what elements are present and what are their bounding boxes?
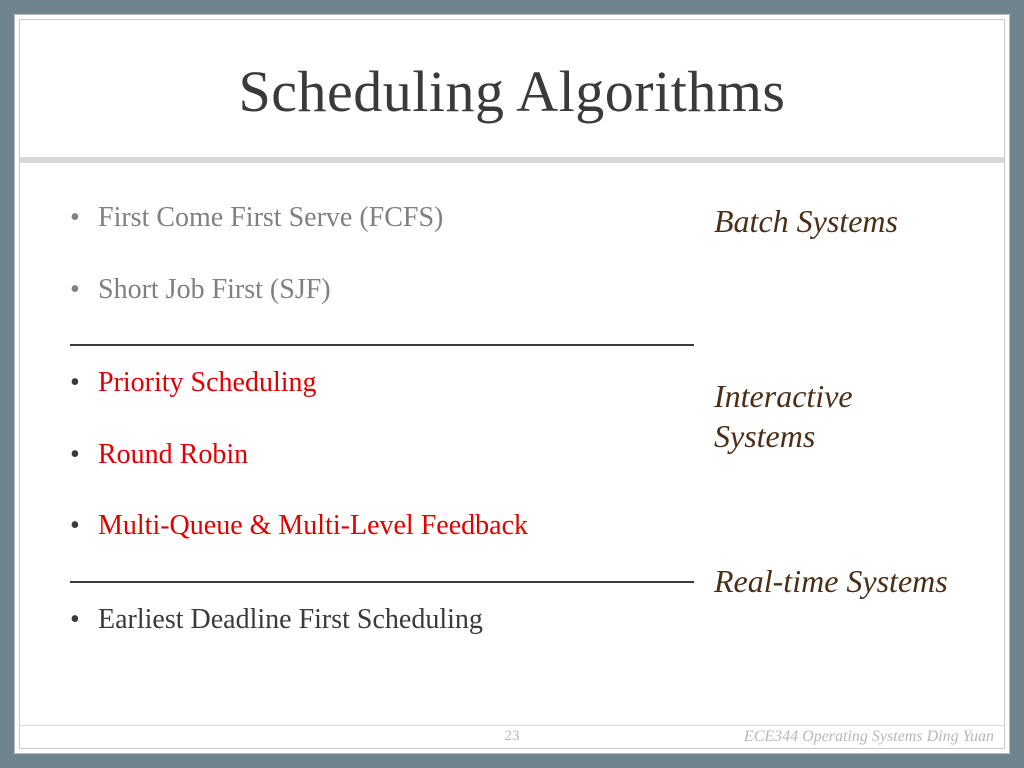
section-divider — [70, 344, 694, 346]
category-text: Batch Systems — [714, 201, 954, 241]
category-label-realtime: Real-time Systems — [714, 561, 954, 601]
bullet-item: Earliest Deadline First Scheduling — [98, 603, 694, 637]
title-area: Scheduling Algorithms — [20, 20, 1004, 157]
slide-title: Scheduling Algorithms — [40, 58, 984, 125]
bullet-item: Multi-Queue & Multi-Level Feedback — [98, 509, 694, 543]
group-batch: First Come First Serve (FCFS) Short Job … — [70, 201, 694, 306]
page-number: 23 — [505, 728, 520, 745]
slide-outer-frame: Scheduling Algorithms First Come First S… — [14, 14, 1010, 754]
section-divider — [70, 581, 694, 583]
group-realtime: Earliest Deadline First Scheduling — [70, 603, 694, 637]
slide-footer: 23 ECE344 Operating Systems Ding Yuan — [20, 725, 1004, 747]
content-area: First Come First Serve (FCFS) Short Job … — [20, 163, 1004, 748]
bullet-item: Short Job First (SJF) — [98, 273, 694, 307]
bullet-item: Priority Scheduling — [98, 366, 694, 400]
slide-inner-frame: Scheduling Algorithms First Come First S… — [19, 19, 1005, 749]
bullet-item: First Come First Serve (FCFS) — [98, 201, 694, 235]
category-text: Interactive Systems — [714, 376, 954, 456]
category-text: Real-time Systems — [714, 561, 954, 601]
category-label-interactive: Interactive Systems — [714, 346, 954, 561]
category-column: Batch Systems Interactive Systems Real-t… — [694, 201, 954, 748]
group-interactive: Priority Scheduling Round Robin Multi-Qu… — [70, 366, 694, 543]
bullet-item: Round Robin — [98, 438, 694, 472]
bullet-column: First Come First Serve (FCFS) Short Job … — [70, 201, 694, 748]
course-footer: ECE344 Operating Systems Ding Yuan — [744, 728, 994, 746]
category-label-batch: Batch Systems — [714, 201, 954, 346]
